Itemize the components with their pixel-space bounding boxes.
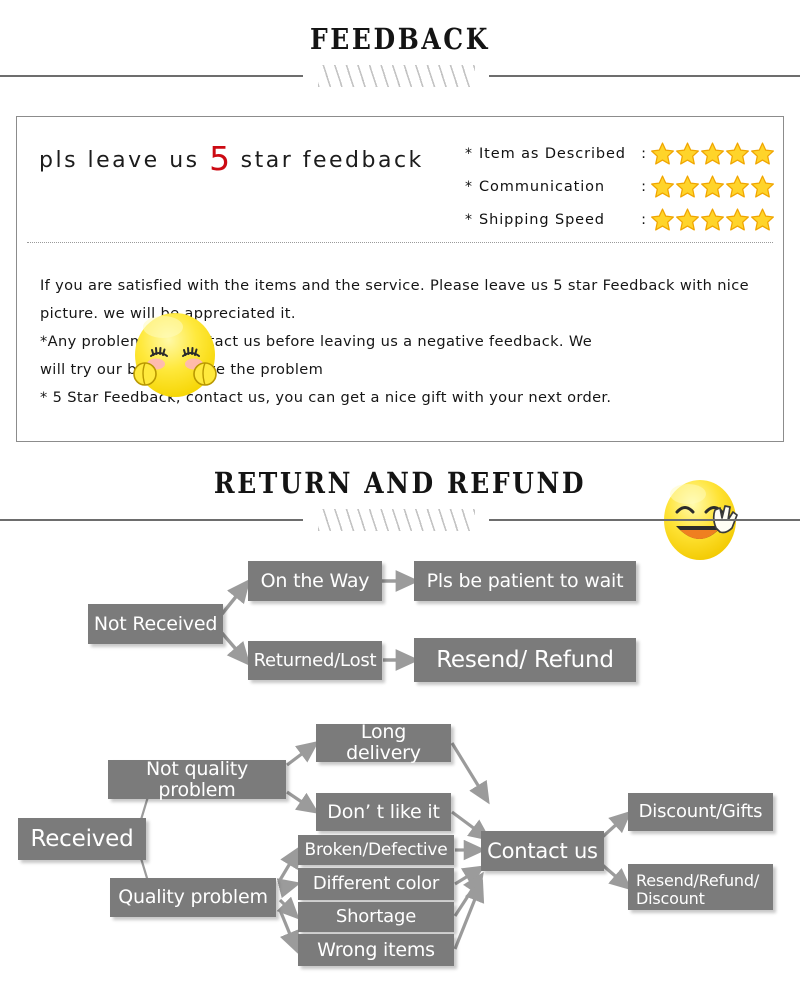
flow-node-shortage[interactable]: Shortage bbox=[298, 902, 454, 932]
flow-node-quality-problem[interactable]: Quality problem bbox=[110, 878, 276, 917]
flow-node-resend-refund[interactable]: Resend/ Refund bbox=[414, 638, 636, 682]
flow-node-not-received[interactable]: Not Received bbox=[88, 604, 223, 644]
flow-node-long-delivery[interactable]: Long delivery bbox=[316, 722, 451, 763]
flow-node-resend-refund-discount[interactable]: Resend/Refund/ Discount bbox=[628, 864, 773, 910]
flow-node-contact-us[interactable]: Contact us bbox=[481, 831, 604, 871]
flow-node-different-color[interactable]: Different color bbox=[298, 868, 454, 900]
flow-node-wrong-items[interactable]: Wrong items bbox=[298, 934, 454, 966]
outcome-line-2: Discount bbox=[636, 888, 705, 908]
flow-node-discount-gifts[interactable]: Discount/Gifts bbox=[628, 793, 773, 831]
outcome-line-1: Resend/Refund/ bbox=[636, 871, 760, 891]
flow-node-on-the-way[interactable]: On the Way bbox=[248, 561, 382, 601]
flow-node-not-quality-problem[interactable]: Not quality problem bbox=[108, 759, 286, 800]
return-refund-flowcharts: Not Received On the Way Pls be patient t… bbox=[0, 0, 800, 1005]
flow-node-broken-defective[interactable]: Broken/Defective bbox=[298, 835, 454, 865]
flow-node-returned-lost[interactable]: Returned/Lost bbox=[248, 641, 382, 680]
flow-node-received[interactable]: Received bbox=[18, 818, 146, 860]
flow-node-dont-like-it[interactable]: Don’ t like it bbox=[316, 793, 451, 831]
flow-node-pls-be-patient-to-wait[interactable]: Pls be patient to wait bbox=[414, 561, 636, 601]
